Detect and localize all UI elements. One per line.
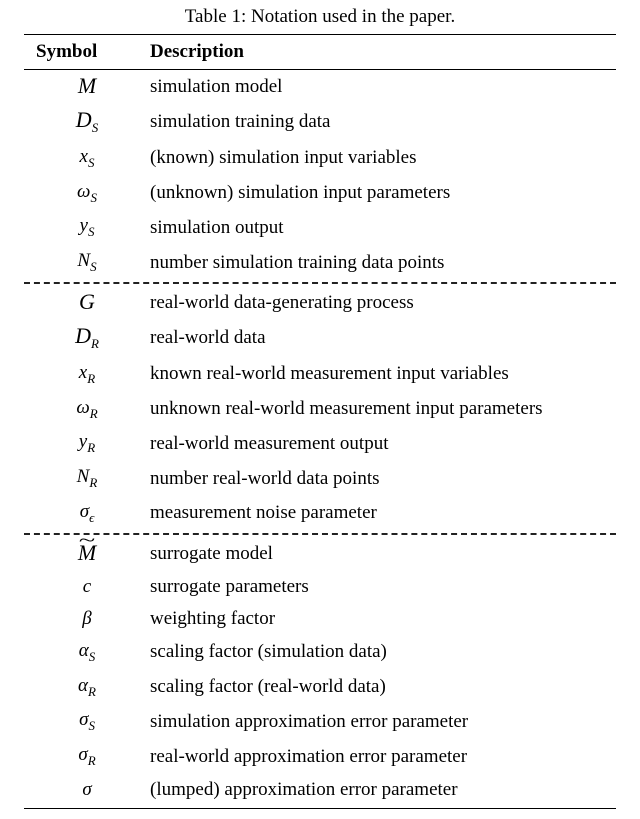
symbol-cell: σϵ bbox=[24, 496, 146, 531]
symbol-cell: αS bbox=[24, 635, 146, 670]
table-row: ωS (unknown) simulation input parameters bbox=[24, 176, 616, 211]
table-row: NR number real-world data points bbox=[24, 461, 616, 496]
description-cell: real-world data-generating process bbox=[146, 286, 616, 320]
symbol-cell: yR bbox=[24, 426, 146, 461]
symbol-cell: DR bbox=[24, 320, 146, 357]
description-cell: number real-world data points bbox=[146, 461, 616, 496]
symbol-cell: ωR bbox=[24, 392, 146, 427]
symbol-cell: M bbox=[24, 70, 146, 105]
description-cell: real-world measurement output bbox=[146, 426, 616, 461]
description-cell: weighting factor bbox=[146, 603, 616, 635]
symbol-cell: ωS bbox=[24, 176, 146, 211]
table-row: σS simulation approximation error parame… bbox=[24, 704, 616, 739]
symbol-cell: DS bbox=[24, 104, 146, 141]
table-row: αR scaling factor (real-world data) bbox=[24, 670, 616, 705]
description-cell: real-world data bbox=[146, 320, 616, 357]
description-cell: (unknown) simulation input parameters bbox=[146, 176, 616, 211]
symbol-cell: xS bbox=[24, 141, 146, 176]
table-row: G real-world data-generating process bbox=[24, 286, 616, 320]
group-divider bbox=[24, 533, 616, 535]
symbol-cell: NS bbox=[24, 245, 146, 280]
description-cell: simulation output bbox=[146, 210, 616, 245]
description-cell: unknown real-world measurement input par… bbox=[146, 392, 616, 427]
table-row: σ (lumped) approximation error parameter bbox=[24, 774, 616, 806]
description-cell: (known) simulation input variables bbox=[146, 141, 616, 176]
description-cell: known real-world measurement input varia… bbox=[146, 357, 616, 392]
group-divider bbox=[24, 282, 616, 284]
symbol-cell: c bbox=[24, 571, 146, 603]
description-cell: simulation training data bbox=[146, 104, 616, 141]
description-cell: (lumped) approximation error parameter bbox=[146, 774, 616, 806]
symbol-cell: G bbox=[24, 286, 146, 320]
symbol-cell: αR bbox=[24, 670, 146, 705]
description-cell: measurement noise parameter bbox=[146, 496, 616, 531]
table-row: β weighting factor bbox=[24, 603, 616, 635]
symbol-cell: β bbox=[24, 603, 146, 635]
table-bottom-rule bbox=[24, 808, 616, 809]
description-cell: real-world approximation error parameter bbox=[146, 739, 616, 774]
symbol-cell: σS bbox=[24, 704, 146, 739]
table-row: σR real-world approximation error parame… bbox=[24, 739, 616, 774]
table-row: DS simulation training data bbox=[24, 104, 616, 141]
table-row: ωR unknown real-world measurement input … bbox=[24, 392, 616, 427]
table-row: c surrogate parameters bbox=[24, 571, 616, 603]
table-row: xS (known) simulation input variables bbox=[24, 141, 616, 176]
description-cell: surrogate model bbox=[146, 537, 616, 571]
description-cell: scaling factor (simulation data) bbox=[146, 635, 616, 670]
col-header-description: Description bbox=[146, 35, 616, 70]
table-row: ~M surrogate model bbox=[24, 537, 616, 571]
description-cell: surrogate parameters bbox=[146, 571, 616, 603]
symbol-cell: ~M bbox=[24, 537, 146, 571]
col-header-symbol: Symbol bbox=[24, 35, 146, 70]
table-row: NS number simulation training data point… bbox=[24, 245, 616, 280]
table-row: xR known real-world measurement input va… bbox=[24, 357, 616, 392]
notation-table: Symbol Description M simulation model DS… bbox=[24, 34, 616, 806]
table-row: σϵ measurement noise parameter bbox=[24, 496, 616, 531]
symbol-cell: NR bbox=[24, 461, 146, 496]
table-row: DR real-world data bbox=[24, 320, 616, 357]
description-cell: simulation model bbox=[146, 70, 616, 105]
symbol-cell: xR bbox=[24, 357, 146, 392]
description-cell: simulation approximation error parameter bbox=[146, 704, 616, 739]
description-cell: scaling factor (real-world data) bbox=[146, 670, 616, 705]
symbol-cell: yS bbox=[24, 210, 146, 245]
table-caption: Table 1: Notation used in the paper. bbox=[24, 6, 616, 28]
symbol-cell: σ bbox=[24, 774, 146, 806]
table-row: yR real-world measurement output bbox=[24, 426, 616, 461]
table-row: αS scaling factor (simulation data) bbox=[24, 635, 616, 670]
table-row: yS simulation output bbox=[24, 210, 616, 245]
table-row: M simulation model bbox=[24, 70, 616, 105]
description-cell: number simulation training data points bbox=[146, 245, 616, 280]
symbol-cell: σR bbox=[24, 739, 146, 774]
